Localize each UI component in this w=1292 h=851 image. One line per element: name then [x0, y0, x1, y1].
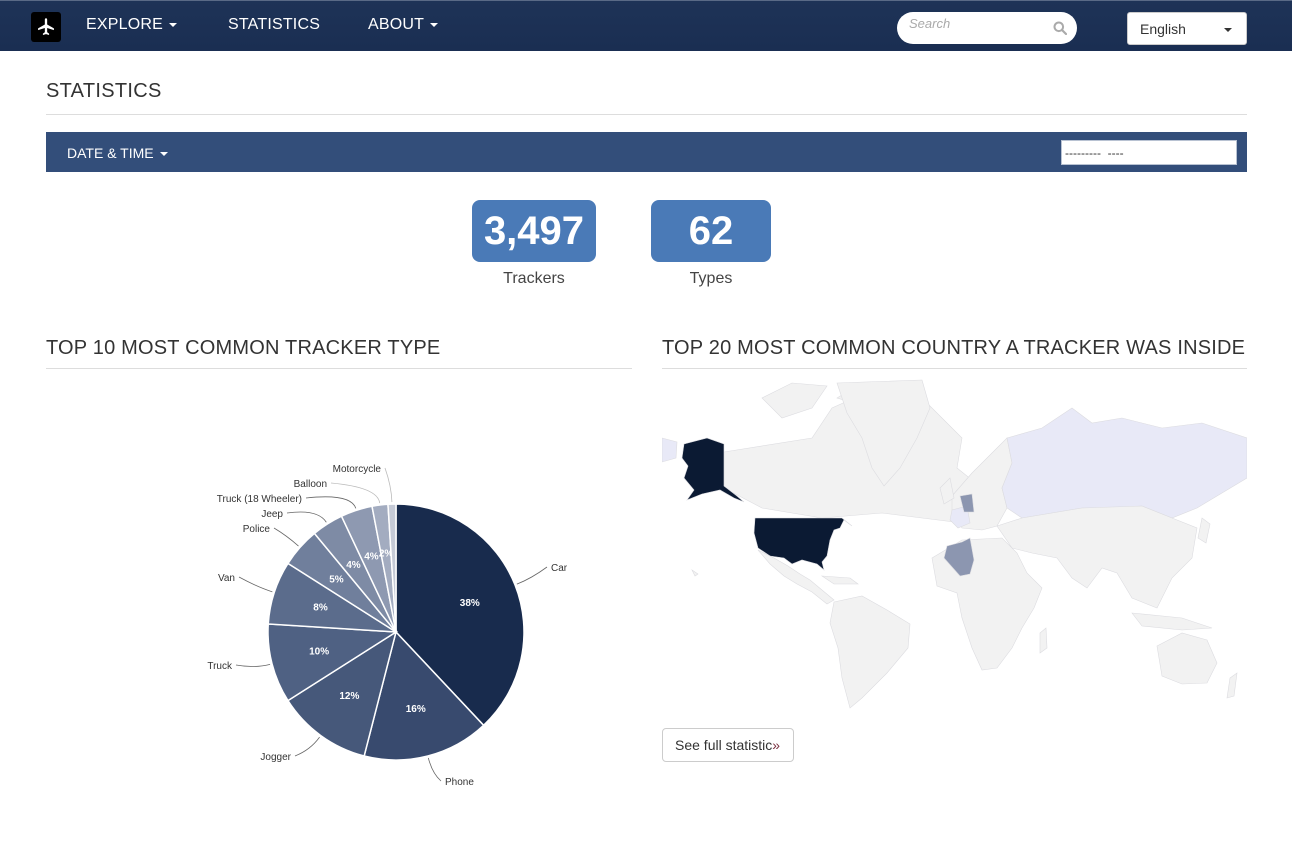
airplane-icon: [38, 18, 54, 35]
nav-about[interactable]: ABOUT: [368, 16, 439, 34]
map-region-hawaii[interactable]: [691, 569, 699, 577]
nav-explore-label: EXPLORE: [86, 16, 163, 33]
pie-leader-line: [384, 467, 393, 503]
map-region-madagascar[interactable]: [1039, 627, 1048, 654]
caret-down-icon: [159, 152, 168, 157]
filter-bar: DATE & TIME: [46, 132, 1247, 172]
pie-category-label: Van: [218, 573, 235, 584]
pie-data-label: 5%: [329, 575, 344, 586]
stat-types-value: 62: [651, 200, 771, 262]
stat-trackers-value: 3,497: [472, 200, 596, 262]
date-time-dropdown[interactable]: DATE & TIME: [67, 145, 168, 161]
pie-data-label: 4%: [346, 560, 361, 571]
country-map: [662, 378, 1247, 710]
pie-chart-svg: 38% Car 16% Phone 12% Jogger 10% Truck 8% Van 5% Po…: [207, 464, 568, 788]
pie-leader-line: [235, 663, 271, 667]
pie-leader-line: [330, 482, 381, 504]
map-region-caribbean[interactable]: [820, 575, 859, 585]
stat-trackers-label: Trackers: [503, 270, 565, 287]
nav-statistics-label: STATISTICS: [228, 16, 321, 33]
nav-statistics[interactable]: STATISTICS: [228, 16, 320, 34]
nav-explore[interactable]: EXPLORE: [86, 16, 177, 34]
map-region-indonesia[interactable]: [1131, 612, 1213, 631]
pie-data-label: 8%: [313, 602, 328, 613]
tracker-type-pie-chart: 38% Car 16% Phone 12% Jogger 10% Truck 8% Van 5% Po…: [46, 380, 632, 820]
see-full-statistic-label: See full statistic: [675, 737, 773, 753]
pie-leader-line: [286, 511, 327, 523]
pie-section-title: TOP 10 MOST COMMON TRACKER TYPE: [46, 337, 441, 359]
pie-category-label: Motorcycle: [333, 464, 382, 475]
page-title: STATISTICS: [46, 80, 162, 102]
date-time-dropdown-label: DATE & TIME: [67, 145, 154, 161]
pie-data-label: 16%: [406, 704, 426, 715]
pie-leader-line: [273, 527, 299, 547]
divider: [46, 114, 1247, 115]
pie-category-label: Truck: [207, 661, 233, 672]
map-region-australia[interactable]: [1156, 632, 1218, 685]
pie-category-label: Jeep: [261, 509, 283, 520]
pie-category-label: Car: [551, 563, 568, 574]
pie-data-label: 10%: [309, 647, 329, 658]
stat-types: 62 Types: [651, 200, 771, 288]
home-logo[interactable]: [31, 12, 61, 42]
search-box: [897, 12, 1077, 44]
world-map-svg: [662, 379, 1247, 709]
map-section-title: TOP 20 MOST COMMON COUNTRY A TRACKER WAS…: [662, 337, 1246, 359]
divider: [46, 368, 632, 369]
caret-down-icon: [1224, 28, 1232, 32]
pie-category-label: Truck (18 Wheeler): [217, 494, 302, 505]
pie-leader-line: [516, 566, 548, 585]
pie-leader-line: [238, 576, 273, 593]
map-region-south-america[interactable]: [829, 595, 911, 709]
stat-types-label: Types: [689, 270, 733, 287]
pie-category-label: Phone: [445, 777, 474, 788]
nav-about-label: ABOUT: [368, 16, 425, 33]
caret-down-icon: [430, 22, 439, 27]
pie-leader-line: [294, 736, 320, 757]
search-input[interactable]: [907, 15, 1047, 32]
pie-data-label: 4%: [364, 552, 379, 563]
divider: [662, 368, 1247, 369]
map-region-new-zealand[interactable]: [1226, 672, 1238, 699]
navbar: EXPLORE STATISTICS ABOUT English: [0, 0, 1292, 51]
pie-category-label: Balloon: [294, 479, 327, 490]
pie-data-label: 12%: [339, 691, 359, 702]
language-select-value: English: [1140, 21, 1186, 37]
map-region-chukotka[interactable]: [662, 437, 678, 463]
pie-category-label: Police: [243, 524, 271, 535]
map-region-japan[interactable]: [1197, 517, 1211, 544]
pie-data-label: 38%: [460, 598, 480, 609]
map-region-russia[interactable]: [1001, 407, 1247, 519]
caret-down-icon: [169, 22, 177, 27]
stat-trackers: 3,497 Trackers: [472, 200, 596, 288]
see-full-statistic-button[interactable]: See full statistic»: [662, 728, 794, 762]
search-icon[interactable]: [1053, 21, 1067, 35]
double-chevron-right-icon: »: [772, 737, 781, 753]
language-select[interactable]: English: [1127, 12, 1247, 45]
pie-leader-line: [427, 757, 442, 782]
pie-category-label: Jogger: [260, 752, 291, 763]
pie-leader-line: [305, 496, 357, 509]
date-range-input[interactable]: [1061, 140, 1237, 165]
